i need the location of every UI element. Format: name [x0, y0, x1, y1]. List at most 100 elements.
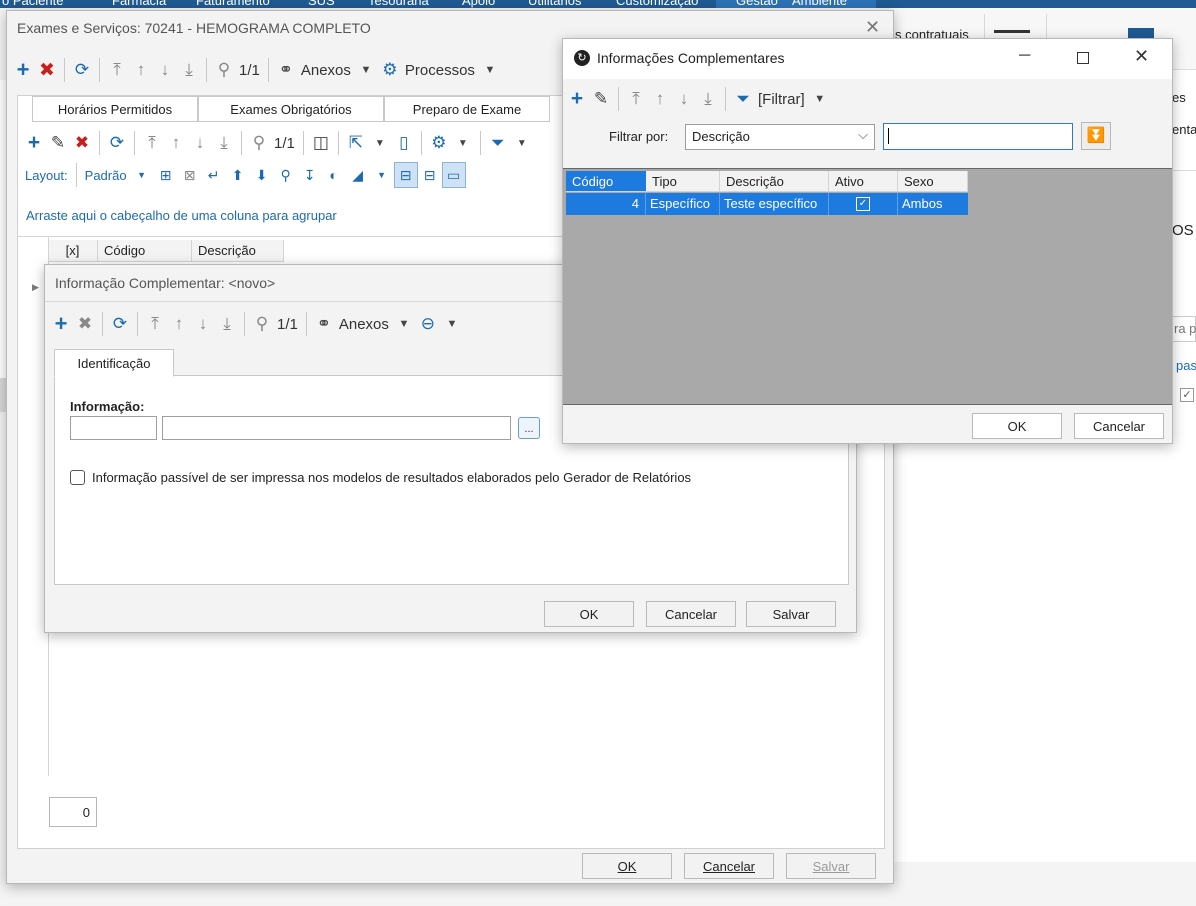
delete-icon[interactable]: ✖ — [70, 130, 94, 156]
search-icon[interactable]: ⚲ — [212, 57, 236, 83]
column-header-descricao[interactable]: Descrição — [192, 240, 284, 261]
filter-button[interactable]: [Filtrar] — [755, 91, 808, 108]
table-row[interactable]: 4 Específico Teste específico ✓ Ambos — [566, 193, 968, 215]
informacao-description-input[interactable] — [162, 416, 511, 440]
search-icon[interactable]: ⚲ — [250, 311, 274, 337]
first-record-icon[interactable]: ⤒ — [105, 57, 129, 83]
dropdown-arrow-icon[interactable]: ▼ — [370, 162, 394, 188]
column-header-ativo[interactable]: Ativo — [829, 171, 898, 191]
add-icon[interactable]: + — [11, 57, 35, 83]
paperclip-icon[interactable]: ⚭ — [274, 57, 298, 83]
minimize-icon[interactable]: ─ — [1019, 47, 1030, 65]
menu-item-customizacao[interactable]: Customização — [616, 0, 698, 8]
split-panel-icon[interactable]: ⊟ — [418, 162, 442, 188]
move-down-icon[interactable]: ⬇ — [250, 162, 274, 188]
tab-preparo-de-exame[interactable]: Preparo de Exame — [384, 96, 550, 122]
close-icon[interactable]: ✕ — [1134, 46, 1149, 67]
row-expand-icon[interactable]: ▶ — [32, 282, 39, 293]
previous-record-icon[interactable]: ↑ — [164, 130, 188, 156]
dropdown-arrow-icon[interactable]: ▼ — [808, 86, 832, 112]
save-button[interactable]: Salvar — [746, 601, 836, 627]
pin-icon[interactable]: ⚲ — [274, 162, 298, 188]
menu-item-faturamento[interactable]: Faturamento — [196, 0, 270, 8]
column-header-codigo[interactable]: Código — [566, 171, 646, 191]
next-record-icon[interactable]: ↓ — [672, 86, 696, 112]
processes-button[interactable]: Processos — [402, 62, 478, 79]
chart-icon[interactable]: ◢ — [346, 162, 370, 188]
apply-filter-icon[interactable]: ⏬ — [1081, 122, 1111, 150]
menu-item-ambiente[interactable]: Ambiente — [792, 0, 847, 8]
menu-item-gestao[interactable]: Gestão — [736, 0, 778, 8]
next-record-icon[interactable]: ↓ — [153, 57, 177, 83]
last-record-icon[interactable]: ⤓ — [696, 86, 720, 112]
paint-icon[interactable]: ◐ — [322, 162, 346, 188]
tab-exames-obrigatorios[interactable]: Exames Obrigatórios — [198, 96, 384, 122]
ok-button[interactable]: OK — [972, 413, 1062, 439]
filter-field-select[interactable]: Descrição ⌵ — [685, 124, 875, 150]
menu-item-paciente[interactable]: o Paciente — [2, 0, 63, 8]
column-header-sexo[interactable]: Sexo — [898, 171, 968, 191]
first-record-icon[interactable]: ⤒ — [143, 311, 167, 337]
add-icon[interactable]: + — [565, 86, 589, 112]
refresh-icon[interactable]: ⟳ — [70, 57, 94, 83]
column-header-tipo[interactable]: Tipo — [646, 171, 720, 191]
edit-icon[interactable]: ✎ — [46, 130, 70, 156]
cancel-button[interactable]: Cancelar — [1074, 413, 1164, 439]
columns-icon[interactable]: ◫ — [309, 130, 333, 156]
dropdown-arrow-icon[interactable]: ▼ — [451, 130, 475, 156]
last-record-icon[interactable]: ⤓ — [215, 311, 239, 337]
expand-group-icon[interactable]: ⊞ — [154, 162, 178, 188]
print-checkbox[interactable] — [70, 470, 85, 485]
gear-icon[interactable]: ⚙ — [427, 130, 451, 156]
close-icon[interactable]: ✕ — [865, 17, 880, 38]
menu-item-tesouraria[interactable]: Tesouraria — [368, 0, 429, 8]
refresh-icon[interactable]: ⟳ — [108, 311, 132, 337]
delete-icon[interactable]: ✖ — [73, 311, 97, 337]
next-record-icon[interactable]: ↓ — [188, 130, 212, 156]
layout-dropdown[interactable]: Padrão — [82, 168, 130, 183]
paperclip-icon[interactable]: ⚭ — [312, 311, 336, 337]
edit-icon[interactable]: ✎ — [589, 86, 613, 112]
save-button[interactable]: Salvar — [786, 853, 876, 879]
dropdown-arrow-icon[interactable]: ▼ — [368, 130, 392, 156]
ok-button[interactable]: OK — [582, 853, 672, 879]
filter-icon[interactable]: ⏷ — [486, 130, 510, 156]
wrap-icon[interactable]: ↵ — [202, 162, 226, 188]
gear-icon[interactable]: ⚙ — [378, 57, 402, 83]
search-input[interactable] — [883, 123, 1073, 150]
attachments-button[interactable]: Anexos — [298, 62, 354, 79]
column-header-codigo[interactable]: Código — [98, 240, 192, 261]
column-header-check[interactable]: [x] — [48, 240, 98, 261]
cancel-button[interactable]: Cancelar — [684, 853, 774, 879]
dropdown-arrow-icon[interactable]: ▼ — [354, 57, 378, 83]
header-panel-icon[interactable]: ▭ — [441, 162, 466, 188]
previous-record-icon[interactable]: ↑ — [167, 311, 191, 337]
cancel-button[interactable]: Cancelar — [646, 601, 736, 627]
document-icon[interactable]: ▯ — [392, 130, 416, 156]
next-record-icon[interactable]: ↓ — [191, 311, 215, 337]
dropdown-arrow-icon[interactable]: ▼ — [510, 130, 534, 156]
collapse-group-icon[interactable]: ⊠ — [178, 162, 202, 188]
previous-record-icon[interactable]: ↑ — [648, 86, 672, 112]
options-icon[interactable]: ⊖ — [416, 311, 440, 337]
attachments-button[interactable]: Anexos — [336, 316, 392, 333]
ok-button[interactable]: OK — [544, 601, 634, 627]
menu-item-sus[interactable]: SUS — [308, 0, 335, 8]
dropdown-arrow-icon[interactable]: ▼ — [130, 162, 154, 188]
first-record-icon[interactable]: ⤒ — [624, 86, 648, 112]
tab-horarios-permitidos[interactable]: Horários Permitidos — [32, 96, 198, 122]
first-record-icon[interactable]: ⤒ — [140, 130, 164, 156]
dropdown-arrow-icon[interactable]: ▼ — [440, 311, 464, 337]
menu-item-apoio[interactable]: Apoio — [462, 0, 495, 8]
unpin-icon[interactable]: ↧ — [298, 162, 322, 188]
add-icon[interactable]: + — [49, 311, 73, 337]
filter-icon[interactable]: ⏷ — [731, 86, 755, 112]
maximize-icon[interactable] — [1077, 52, 1089, 64]
tab-identificacao[interactable]: Identificação — [54, 349, 174, 377]
delete-icon[interactable]: ✖ — [35, 57, 59, 83]
menu-item-farmacia[interactable]: Farmácia — [112, 0, 166, 8]
last-record-icon[interactable]: ⤓ — [212, 130, 236, 156]
refresh-icon[interactable]: ⟳ — [105, 130, 129, 156]
last-record-icon[interactable]: ⤓ — [177, 57, 201, 83]
footer-panel-icon[interactable]: ⊟ — [393, 162, 418, 188]
